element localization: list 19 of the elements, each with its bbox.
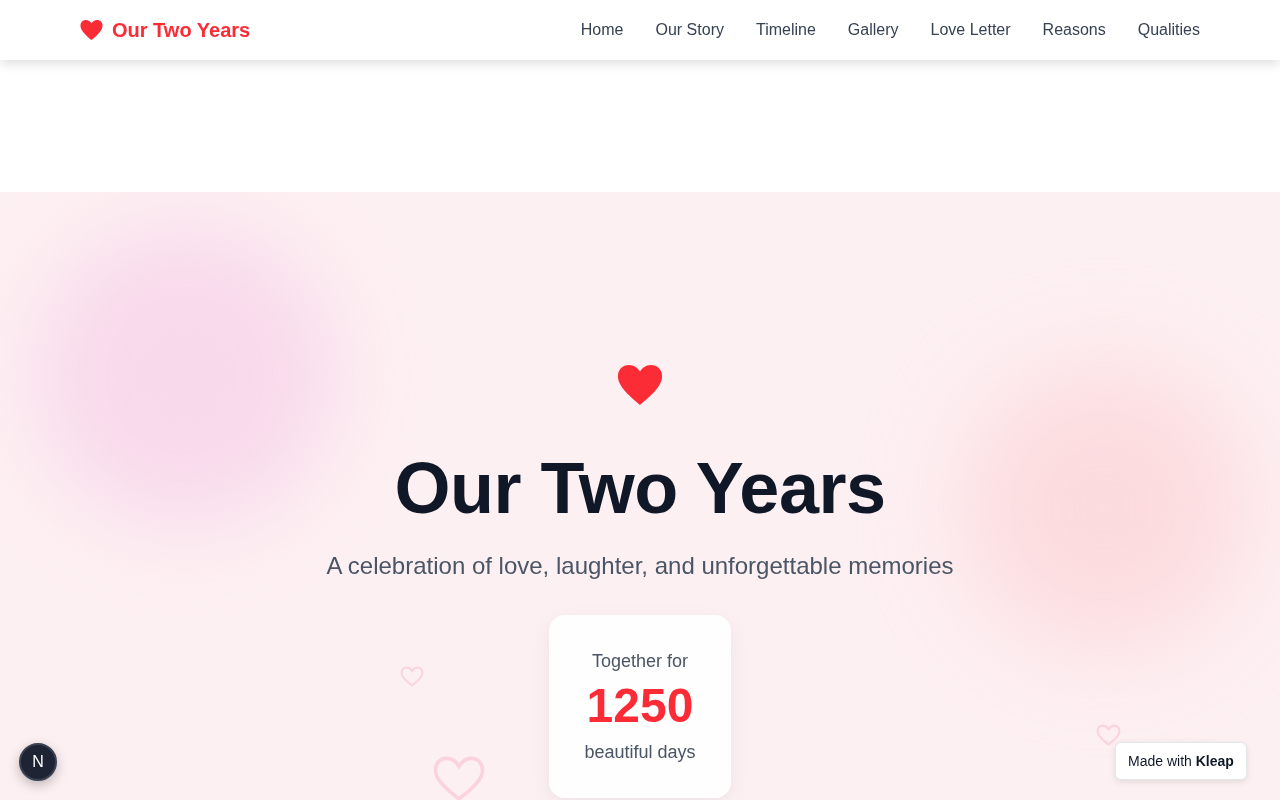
nav-link[interactable]: Our Story	[655, 18, 724, 42]
nav-link[interactable]: Home	[580, 18, 624, 42]
nav-link[interactable]: Love Letter	[930, 18, 1011, 42]
hero-subtitle: A celebration of love, laughter, and unforgettable memories	[326, 551, 954, 581]
nav-link[interactable]: Gallery	[847, 18, 899, 42]
nav-link[interactable]: Timeline	[755, 18, 816, 42]
nav-link[interactable]: Qualities	[1137, 18, 1200, 42]
made-with-badge[interactable]: Made with Kleap	[1115, 742, 1247, 780]
counter-unit: beautiful days	[584, 741, 696, 764]
heart-outline-icon	[432, 755, 486, 800]
heart-outline-icon	[1096, 724, 1121, 746]
counter-value: 1250	[586, 682, 694, 730]
nav-link[interactable]: Reasons	[1042, 18, 1106, 42]
heart-icon	[617, 365, 663, 405]
counter-caption: Together for	[591, 650, 689, 673]
heart-outline-icon	[400, 666, 424, 687]
heart-icon	[80, 20, 103, 40]
brand-link[interactable]: Our Two Years	[80, 15, 251, 45]
hero-title: Our Two Years	[394, 452, 886, 524]
